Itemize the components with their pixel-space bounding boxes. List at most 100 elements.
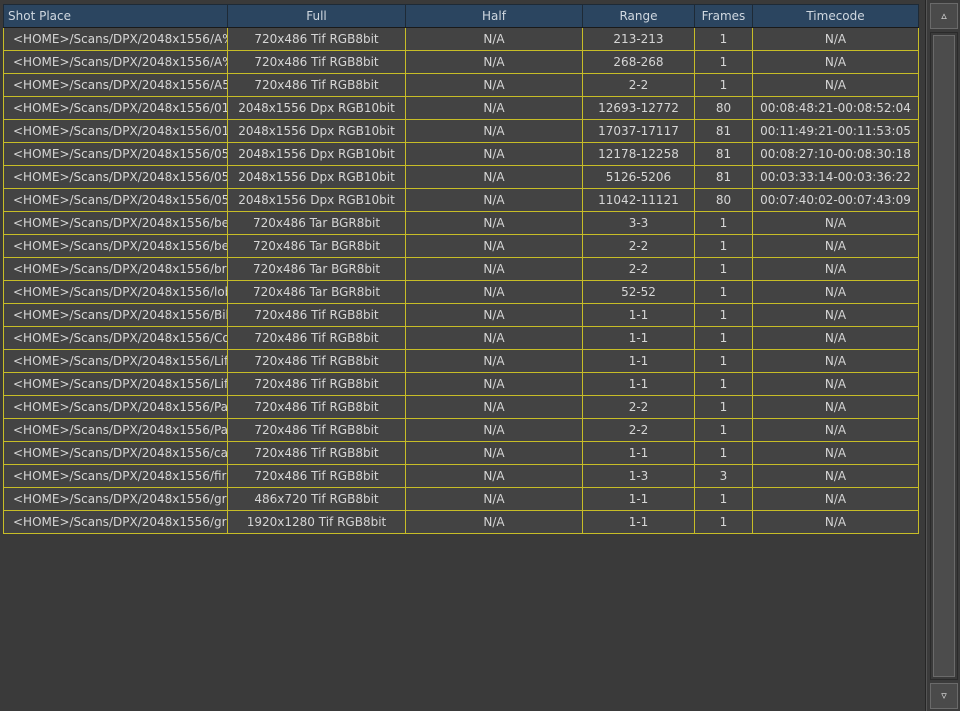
- cell-range[interactable]: 1-1: [582, 349, 695, 373]
- cell-range[interactable]: 2-2: [582, 234, 695, 258]
- cell-frames[interactable]: 1: [694, 510, 753, 534]
- cell-full[interactable]: 720x486 Tif RGB8bit: [227, 395, 406, 419]
- table-row[interactable]: <HOME>/Scans/DPX/2048x1556/Lif 720x486 Ti…: [3, 372, 919, 396]
- cell-full[interactable]: 720x486 Tif RGB8bit: [227, 303, 406, 327]
- cell-half[interactable]: N/A: [405, 441, 583, 465]
- cell-frames[interactable]: 1: [694, 257, 753, 281]
- table-row[interactable]: <HOME>/Scans/DPX/2048x1556/05 2048x1556 D…: [3, 188, 919, 212]
- cell-timecode[interactable]: 00:07:40:02-00:07:43:09: [752, 188, 919, 212]
- cell-shot-place[interactable]: <HOME>/Scans/DPX/2048x1556/05: [3, 165, 228, 189]
- cell-range[interactable]: 1-1: [582, 487, 695, 511]
- cell-full[interactable]: 720x486 Tif RGB8bit: [227, 50, 406, 74]
- cell-timecode[interactable]: N/A: [752, 349, 919, 373]
- cell-frames[interactable]: 80: [694, 96, 753, 120]
- cell-frames[interactable]: 1: [694, 395, 753, 419]
- column-header-full[interactable]: Full: [227, 4, 406, 28]
- cell-shot-place[interactable]: <HOME>/Scans/DPX/2048x1556/Pal: [3, 395, 228, 419]
- cell-frames[interactable]: 1: [694, 27, 753, 51]
- cell-range[interactable]: 12693-12772: [582, 96, 695, 120]
- column-header-frames[interactable]: Frames: [694, 4, 753, 28]
- cell-half[interactable]: N/A: [405, 464, 583, 488]
- cell-frames[interactable]: 1: [694, 234, 753, 258]
- cell-shot-place[interactable]: <HOME>/Scans/DPX/2048x1556/fir: [3, 464, 228, 488]
- cell-full[interactable]: 486x720 Tif RGB8bit: [227, 487, 406, 511]
- cell-full[interactable]: 720x486 Tar BGR8bit: [227, 211, 406, 235]
- cell-shot-place[interactable]: <HOME>/Scans/DPX/2048x1556/Co: [3, 326, 228, 350]
- cell-timecode[interactable]: 00:08:27:10-00:08:30:18: [752, 142, 919, 166]
- cell-frames[interactable]: 1: [694, 487, 753, 511]
- cell-half[interactable]: N/A: [405, 73, 583, 97]
- cell-shot-place[interactable]: <HOME>/Scans/DPX/2048x1556/05: [3, 142, 228, 166]
- cell-timecode[interactable]: N/A: [752, 257, 919, 281]
- cell-timecode[interactable]: N/A: [752, 280, 919, 304]
- cell-range[interactable]: 268-268: [582, 50, 695, 74]
- cell-range[interactable]: 5126-5206: [582, 165, 695, 189]
- cell-timecode[interactable]: N/A: [752, 487, 919, 511]
- cell-range[interactable]: 12178-12258: [582, 142, 695, 166]
- cell-half[interactable]: N/A: [405, 280, 583, 304]
- cell-shot-place[interactable]: <HOME>/Scans/DPX/2048x1556/ca: [3, 441, 228, 465]
- column-header-shot-place[interactable]: Shot Place: [3, 4, 228, 28]
- cell-shot-place[interactable]: <HOME>/Scans/DPX/2048x1556/A%: [3, 50, 228, 74]
- cell-half[interactable]: N/A: [405, 349, 583, 373]
- cell-range[interactable]: 2-2: [582, 418, 695, 442]
- cell-shot-place[interactable]: <HOME>/Scans/DPX/2048x1556/be: [3, 211, 228, 235]
- cell-half[interactable]: N/A: [405, 487, 583, 511]
- cell-timecode[interactable]: N/A: [752, 73, 919, 97]
- cell-frames[interactable]: 80: [694, 188, 753, 212]
- cell-range[interactable]: 52-52: [582, 280, 695, 304]
- table-row[interactable]: <HOME>/Scans/DPX/2048x1556/be 720x486 Tar…: [3, 234, 919, 258]
- cell-half[interactable]: N/A: [405, 142, 583, 166]
- column-header-half[interactable]: Half: [405, 4, 583, 28]
- table-row[interactable]: <HOME>/Scans/DPX/2048x1556/05 2048x1556 D…: [3, 142, 919, 166]
- table-row[interactable]: <HOME>/Scans/DPX/2048x1556/A5 720x486 Tif…: [3, 73, 919, 97]
- cell-half[interactable]: N/A: [405, 96, 583, 120]
- cell-timecode[interactable]: N/A: [752, 464, 919, 488]
- cell-range[interactable]: 11042-11121: [582, 188, 695, 212]
- table-row[interactable]: <HOME>/Scans/DPX/2048x1556/01 2048x1556 D…: [3, 96, 919, 120]
- cell-range[interactable]: 1-1: [582, 441, 695, 465]
- cell-half[interactable]: N/A: [405, 510, 583, 534]
- cell-range[interactable]: 2-2: [582, 395, 695, 419]
- cell-timecode[interactable]: N/A: [752, 418, 919, 442]
- cell-full[interactable]: 2048x1556 Dpx RGB10bit: [227, 96, 406, 120]
- column-header-timecode[interactable]: Timecode: [752, 4, 919, 28]
- table-row[interactable]: <HOME>/Scans/DPX/2048x1556/lob 720x486 Ta…: [3, 280, 919, 304]
- table-row[interactable]: <HOME>/Scans/DPX/2048x1556/gr 1920x1280 T…: [3, 510, 919, 534]
- cell-frames[interactable]: 3: [694, 464, 753, 488]
- cell-half[interactable]: N/A: [405, 234, 583, 258]
- vertical-scrollbar[interactable]: ▵ ▿: [926, 0, 960, 711]
- cell-frames[interactable]: 1: [694, 418, 753, 442]
- cell-full[interactable]: 720x486 Tif RGB8bit: [227, 372, 406, 396]
- cell-timecode[interactable]: N/A: [752, 395, 919, 419]
- table-row[interactable]: <HOME>/Scans/DPX/2048x1556/Pal 720x486 Ti…: [3, 418, 919, 442]
- cell-shot-place[interactable]: <HOME>/Scans/DPX/2048x1556/Lif: [3, 349, 228, 373]
- column-header-range[interactable]: Range: [582, 4, 695, 28]
- cell-range[interactable]: 2-2: [582, 257, 695, 281]
- cell-timecode[interactable]: N/A: [752, 234, 919, 258]
- cell-frames[interactable]: 1: [694, 211, 753, 235]
- cell-frames[interactable]: 1: [694, 303, 753, 327]
- table-row[interactable]: <HOME>/Scans/DPX/2048x1556/Co 720x486 Tif…: [3, 326, 919, 350]
- cell-shot-place[interactable]: <HOME>/Scans/DPX/2048x1556/gr: [3, 510, 228, 534]
- cell-full[interactable]: 2048x1556 Dpx RGB10bit: [227, 188, 406, 212]
- cell-full[interactable]: 720x486 Tif RGB8bit: [227, 464, 406, 488]
- cell-full[interactable]: 720x486 Tif RGB8bit: [227, 349, 406, 373]
- cell-shot-place[interactable]: <HOME>/Scans/DPX/2048x1556/be: [3, 234, 228, 258]
- cell-half[interactable]: N/A: [405, 257, 583, 281]
- cell-range[interactable]: 1-1: [582, 326, 695, 350]
- cell-half[interactable]: N/A: [405, 303, 583, 327]
- cell-shot-place[interactable]: <HOME>/Scans/DPX/2048x1556/Lif: [3, 372, 228, 396]
- table-row[interactable]: <HOME>/Scans/DPX/2048x1556/A% 720x486 Tif…: [3, 27, 919, 51]
- cell-shot-place[interactable]: <HOME>/Scans/DPX/2048x1556/01: [3, 96, 228, 120]
- cell-range[interactable]: 1-1: [582, 303, 695, 327]
- table-row[interactable]: <HOME>/Scans/DPX/2048x1556/br 720x486 Tar…: [3, 257, 919, 281]
- cell-shot-place[interactable]: <HOME>/Scans/DPX/2048x1556/01: [3, 119, 228, 143]
- cell-shot-place[interactable]: <HOME>/Scans/DPX/2048x1556/br: [3, 257, 228, 281]
- table-row[interactable]: <HOME>/Scans/DPX/2048x1556/Bik 720x486 Ti…: [3, 303, 919, 327]
- table-row[interactable]: <HOME>/Scans/DPX/2048x1556/01 2048x1556 D…: [3, 119, 919, 143]
- cell-range[interactable]: 1-1: [582, 510, 695, 534]
- table-row[interactable]: <HOME>/Scans/DPX/2048x1556/05 2048x1556 D…: [3, 165, 919, 189]
- cell-shot-place[interactable]: <HOME>/Scans/DPX/2048x1556/05: [3, 188, 228, 212]
- table-row[interactable]: <HOME>/Scans/DPX/2048x1556/A% 720x486 Tif…: [3, 50, 919, 74]
